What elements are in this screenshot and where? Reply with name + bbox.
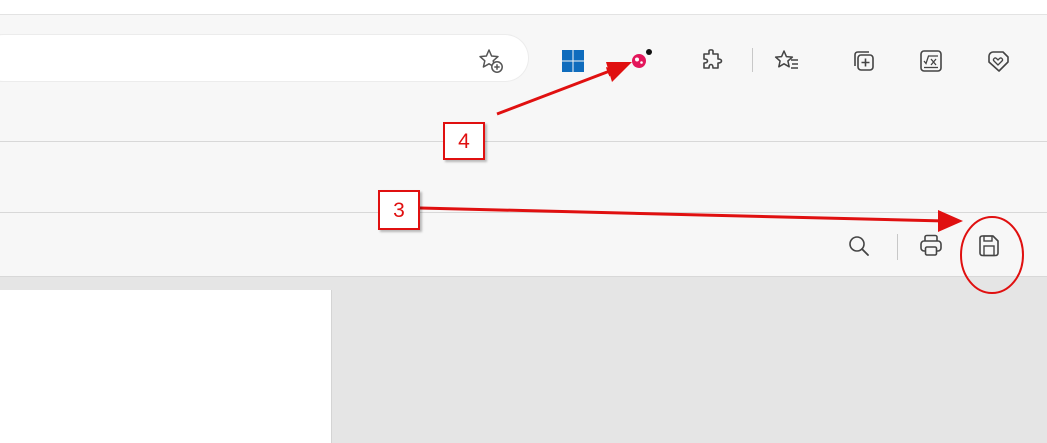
toolbar-separator: [752, 48, 753, 72]
pdf-page: [0, 290, 331, 443]
pdf-toolbar: [0, 213, 1047, 276]
windows-widget-icon[interactable]: [556, 44, 590, 78]
extension-badge-icon[interactable]: [624, 42, 658, 76]
annotation-label-3: 3: [378, 190, 420, 230]
math-solver-icon[interactable]: [914, 44, 948, 78]
toolbar-divider: [0, 14, 1047, 15]
annotation-label-4: 4: [443, 122, 485, 160]
favorites-icon[interactable]: [770, 44, 804, 78]
print-icon[interactable]: [914, 229, 948, 263]
save-icon[interactable]: [972, 229, 1006, 263]
info-bar: [0, 142, 1047, 212]
address-bar[interactable]: [0, 35, 528, 81]
extensions-icon[interactable]: [695, 44, 729, 78]
add-favorite-icon[interactable]: [474, 44, 508, 78]
search-icon[interactable]: [842, 229, 876, 263]
browser-essentials-icon[interactable]: [981, 44, 1015, 78]
browser-window: 4 3: [0, 0, 1047, 443]
tab-strip-edge: [0, 0, 1047, 14]
browser-toolbar: [0, 0, 1047, 86]
pdf-toolbar-separator: [897, 234, 898, 260]
favorites-bar: [0, 86, 1047, 141]
collections-icon[interactable]: [847, 44, 881, 78]
